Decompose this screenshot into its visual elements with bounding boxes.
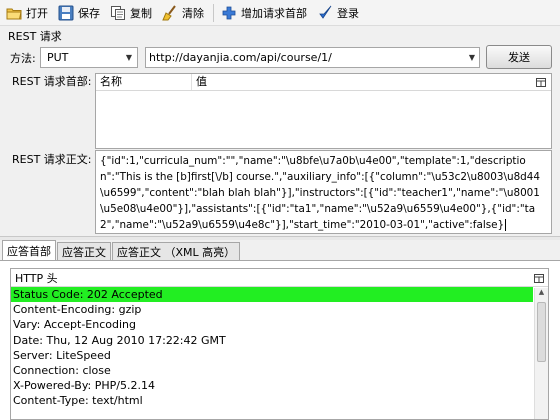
copy-icon xyxy=(110,5,126,21)
response-headers-column[interactable]: HTTP 头 xyxy=(11,269,548,287)
url-input[interactable]: http://dayanjia.com/api/course/1/ ▼ xyxy=(145,47,480,68)
response-header-row[interactable]: Date: Thu, 12 Aug 2010 17:22:42 GMT xyxy=(11,333,533,348)
method-label: 方法: xyxy=(10,52,36,65)
open-button[interactable]: 打开 xyxy=(2,2,52,24)
request-body-text: {"id":1,"curricula_num":"","name":"\u8bf… xyxy=(100,155,540,231)
response-header-row[interactable]: Content-Encoding: gzip xyxy=(11,302,533,317)
toolbar: 打开 保存 复制 清除 增加请求首部 登录 xyxy=(0,0,560,26)
clear-label: 清除 xyxy=(182,6,204,20)
login-button[interactable]: 登录 xyxy=(313,2,363,24)
response-headers-title: HTTP 头 xyxy=(15,271,58,285)
request-headers-label: REST 请求首部: xyxy=(12,75,92,88)
checkmark-icon xyxy=(317,5,333,21)
copy-label: 复制 xyxy=(130,6,152,20)
vertical-scrollbar[interactable]: ▲ xyxy=(534,288,548,419)
response-header-row[interactable]: Vary: Accept-Encoding xyxy=(11,317,533,332)
url-dropdown-icon[interactable]: ▼ xyxy=(465,48,479,67)
method-value: PUT xyxy=(47,51,69,64)
broom-icon xyxy=(162,4,178,21)
response-headers-list[interactable]: HTTP 头 Status Code: 202 Accepted Content… xyxy=(10,268,549,420)
send-label: 发送 xyxy=(508,51,530,64)
open-label: 打开 xyxy=(26,6,48,20)
method-select[interactable]: PUT ▼ xyxy=(40,47,138,68)
clear-button[interactable]: 清除 xyxy=(158,2,208,24)
add-header-label: 增加请求首部 xyxy=(241,6,307,20)
save-label: 保存 xyxy=(78,6,100,20)
save-button[interactable]: 保存 xyxy=(54,2,104,24)
add-header-button[interactable]: 增加请求首部 xyxy=(217,2,311,24)
url-value: http://dayanjia.com/api/course/1/ xyxy=(149,51,332,64)
column-picker-icon[interactable] xyxy=(534,273,544,286)
tab-response-headers[interactable]: 应答首部 xyxy=(2,240,56,260)
login-label: 登录 xyxy=(337,6,359,20)
column-header-value[interactable]: 值 xyxy=(192,74,532,90)
column-header-name[interactable]: 名称 xyxy=(96,74,192,90)
request-section-title: REST 请求 xyxy=(8,30,62,43)
response-header-row[interactable]: Connection: close xyxy=(11,363,533,378)
text-cursor xyxy=(505,219,507,231)
request-body-label: REST 请求正文: xyxy=(12,153,92,166)
response-header-row[interactable]: Server: LiteSpeed xyxy=(11,348,533,363)
plus-icon xyxy=(221,5,237,21)
column-picker-icon[interactable] xyxy=(532,74,550,90)
request-body-textarea[interactable]: {"id":1,"curricula_num":"","name":"\u8bf… xyxy=(95,150,552,234)
chevron-down-icon[interactable]: ▼ xyxy=(121,48,137,67)
response-header-row[interactable]: Content-Type: text/html xyxy=(11,393,533,408)
request-headers-columns: 名称 值 xyxy=(96,74,551,91)
request-headers-table[interactable]: 名称 值 xyxy=(95,73,552,149)
copy-button[interactable]: 复制 xyxy=(106,2,156,24)
tab-response-body[interactable]: 应答正文 xyxy=(57,242,111,260)
response-header-row[interactable]: Status Code: 202 Accepted xyxy=(11,287,533,303)
scroll-up-icon[interactable]: ▲ xyxy=(535,288,548,300)
folder-icon xyxy=(6,5,22,21)
response-header-row[interactable]: X-Powered-By: PHP/5.2.14 xyxy=(11,378,533,393)
toolbar-separator xyxy=(213,3,214,22)
response-tabs: 应答首部 应答正文 应答正文 （XML 高亮） xyxy=(0,240,560,260)
scrollbar-thumb[interactable] xyxy=(537,302,546,362)
save-icon xyxy=(58,5,74,21)
tab-response-body-xml[interactable]: 应答正文 （XML 高亮） xyxy=(112,242,241,260)
send-button[interactable]: 发送 xyxy=(486,45,552,69)
